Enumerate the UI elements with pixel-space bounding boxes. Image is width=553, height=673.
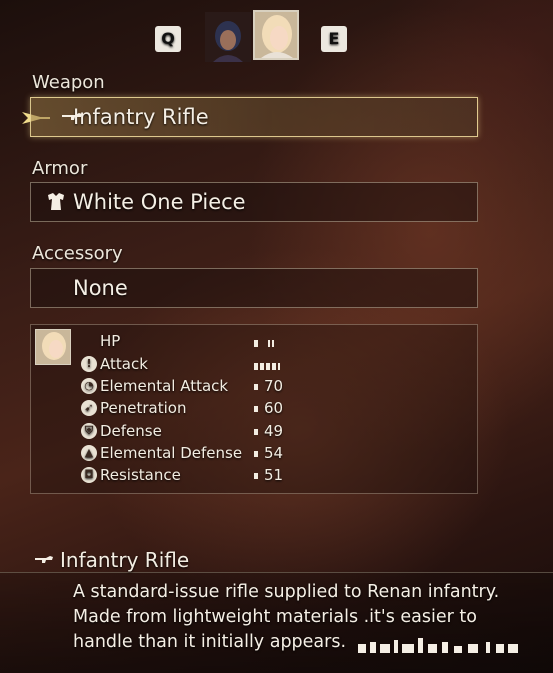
- rifle-icon: [35, 556, 53, 563]
- description-line: Made from lightweight materials .it's ea…: [73, 607, 477, 627]
- rifle-icon: [62, 113, 82, 120]
- elemental-defense-icon: ▲: [81, 445, 97, 461]
- stat-name: Elemental Defense: [100, 444, 243, 462]
- stat-row-attack: ! Attack: [81, 354, 321, 374]
- resistance-icon: ◘: [81, 467, 97, 483]
- accessory-section-label: Accessory: [32, 243, 123, 264]
- stat-name: HP: [100, 332, 121, 350]
- stat-row-hp: HP: [81, 331, 321, 351]
- armor-section-label: Armor: [32, 158, 88, 179]
- stat-name: Elemental Attack: [100, 377, 229, 395]
- attack-icon: !: [81, 356, 97, 372]
- stats-panel: HP ! Attack ◔ Elemental Attack 70 ➹ Pene…: [30, 324, 478, 494]
- armor-icon: [48, 193, 64, 210]
- stat-value: 54: [254, 443, 283, 463]
- accessory-slot[interactable]: None: [30, 268, 478, 308]
- prev-character-key[interactable]: Q: [155, 26, 181, 52]
- stat-value: 49: [254, 421, 283, 441]
- character-portrait-dark-hair[interactable]: [205, 12, 251, 62]
- description-title: Infantry Rifle: [34, 548, 189, 572]
- stat-name: Attack: [100, 355, 148, 373]
- armor-name: White One Piece: [73, 190, 246, 214]
- accessory-name: None: [73, 276, 128, 300]
- stat-row-defense: ⛨ Defense 49: [81, 421, 321, 441]
- stat-value: 60: [254, 398, 283, 418]
- stat-name: Penetration: [100, 399, 187, 417]
- description-item-name: Infantry Rifle: [60, 548, 190, 572]
- character-portrait-blonde-selected[interactable]: [253, 10, 299, 60]
- stat-name: Resistance: [100, 466, 181, 484]
- stat-value-obscured: [254, 331, 276, 352]
- weapon-name: Infantry Rifle: [73, 105, 209, 129]
- stat-row-resistance: ◘ Resistance 51: [81, 465, 321, 485]
- stat-value: 70: [254, 376, 283, 396]
- stats-character-portrait: [35, 329, 71, 365]
- weapon-section-label: Weapon: [32, 72, 105, 93]
- elemental-attack-icon: ◔: [81, 378, 97, 394]
- next-character-key[interactable]: E: [321, 26, 347, 52]
- stat-row-elemental-attack: ◔ Elemental Attack 70: [81, 376, 321, 396]
- stat-row-penetration: ➹ Penetration 60: [81, 398, 321, 418]
- defense-icon: ⛨: [81, 423, 97, 439]
- penetration-icon: ➹: [81, 400, 97, 416]
- obscured-hud-overlay: [358, 638, 518, 653]
- stat-value: 51: [254, 465, 283, 485]
- stat-row-elemental-defense: ▲ Elemental Defense 54: [81, 443, 321, 463]
- stat-value-obscured: [254, 354, 282, 375]
- description-line: A standard-issue rifle supplied to Renan…: [73, 582, 500, 602]
- stat-name: Defense: [100, 422, 162, 440]
- weapon-slot[interactable]: Infantry Rifle: [30, 97, 478, 137]
- armor-slot[interactable]: White One Piece: [30, 182, 478, 222]
